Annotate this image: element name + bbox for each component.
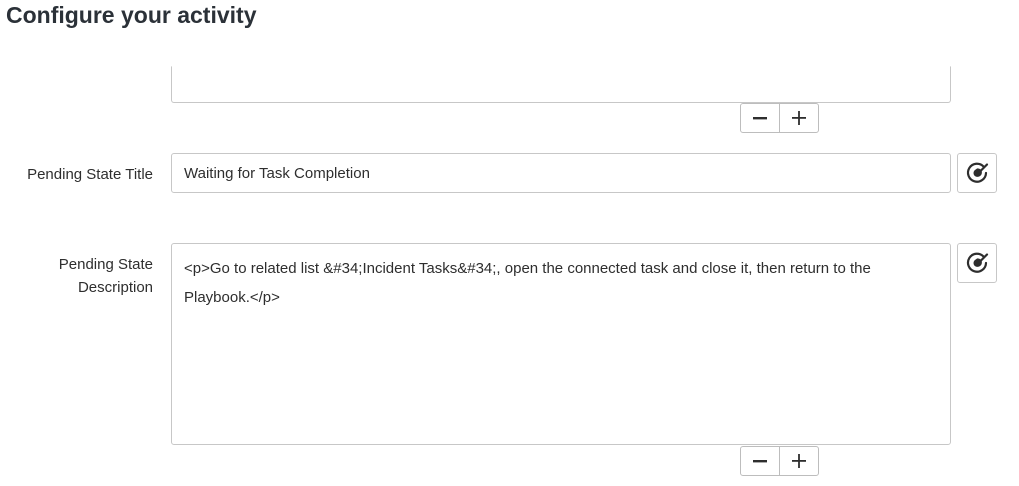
pending-state-description-textarea[interactable]: <p>Go to related list &#34;Incident Task…: [171, 243, 951, 445]
expand-button[interactable]: [779, 104, 818, 132]
expand-button[interactable]: [779, 447, 818, 475]
minus-icon: [753, 460, 767, 463]
pending-state-title-pill-picker-button[interactable]: [957, 153, 997, 193]
pending-state-title-label: Pending State Title: [27, 166, 153, 183]
pill-picker-icon: [966, 162, 989, 183]
minus-icon: [753, 117, 767, 120]
plus-icon: [792, 454, 806, 468]
shrink-button[interactable]: [741, 104, 779, 132]
top-textarea[interactable]: [171, 66, 951, 103]
shrink-button[interactable]: [741, 447, 779, 475]
pending-state-description-label-line1: Pending State: [58, 256, 153, 273]
top-textarea-resize-stepper: [740, 103, 819, 133]
plus-icon: [792, 111, 806, 125]
pending-state-description-label-line2: Description: [77, 279, 153, 296]
pending-state-description-pill-picker-button[interactable]: [957, 243, 997, 283]
pill-picker-icon: [966, 252, 989, 273]
pending-state-description-label: Pending State Description: [59, 253, 153, 299]
description-resize-stepper: [740, 446, 819, 476]
pending-state-title-input[interactable]: [171, 153, 951, 193]
page-title: Configure your activity: [6, 2, 257, 28]
